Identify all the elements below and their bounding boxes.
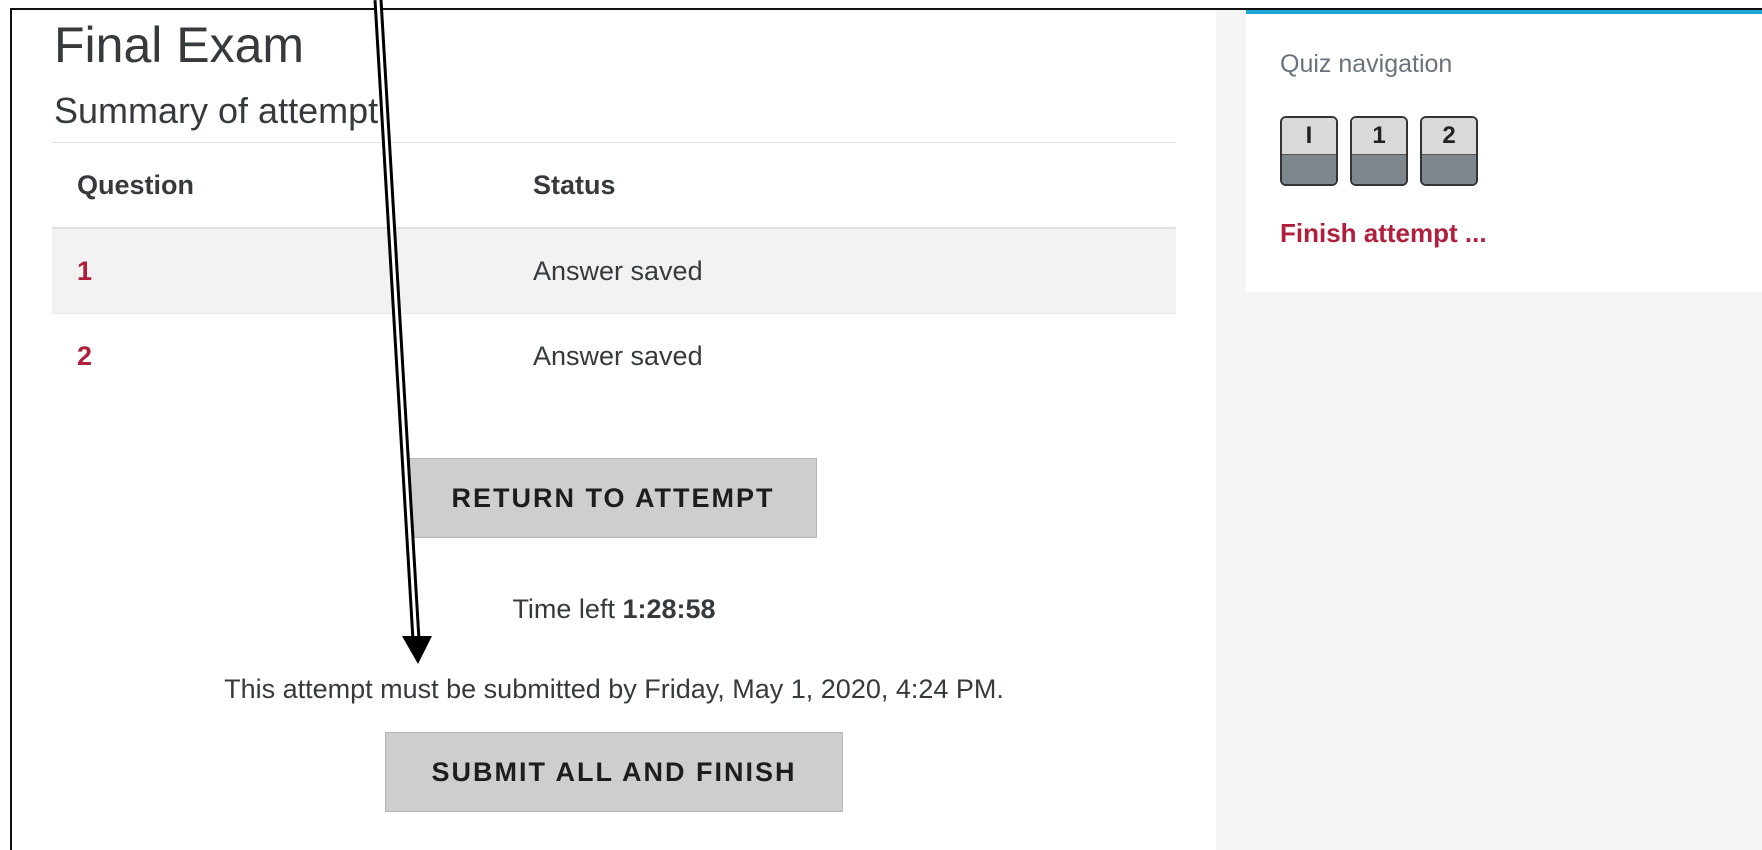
- nav-button-label: 2: [1422, 118, 1476, 155]
- table-row: 1 Answer saved: [52, 228, 1176, 314]
- time-left: Time left 1:28:58: [52, 594, 1176, 625]
- finish-attempt-link[interactable]: Finish attempt ...: [1280, 218, 1487, 249]
- status-cell: Answer saved: [533, 340, 703, 371]
- nav-button-status-bar: [1352, 155, 1406, 184]
- return-to-attempt-button[interactable]: RETURN TO ATTEMPT: [409, 458, 817, 538]
- time-left-label: Time left: [512, 594, 615, 624]
- table-header-row: Question Status: [52, 142, 1176, 229]
- nav-button-status-bar: [1282, 155, 1336, 184]
- deadline-text: This attempt must be submitted by Friday…: [224, 674, 1004, 704]
- question-cell: 1: [52, 228, 507, 314]
- nav-button-status-bar: [1422, 155, 1476, 184]
- column-header-status: Status: [507, 142, 1176, 229]
- page-title: Final Exam: [54, 17, 305, 73]
- question-link-1[interactable]: 1: [77, 256, 92, 286]
- time-left-value: 1:28:58: [622, 594, 716, 624]
- question-link-2[interactable]: 2: [77, 341, 92, 371]
- summary-table: Question Status 1 Answer saved 2 Answer …: [52, 142, 1176, 398]
- nav-button-label: I: [1282, 118, 1336, 155]
- nav-button-label: 1: [1352, 118, 1406, 155]
- quiz-navigation-title: Quiz navigation: [1280, 50, 1453, 78]
- quiz-navigation-buttons: I 1 2: [1280, 116, 1478, 186]
- submit-all-and-finish-button[interactable]: SUBMIT ALL AND FINISH: [385, 732, 843, 812]
- nav-button-info[interactable]: I: [1280, 116, 1338, 186]
- quiz-navigation-block: Quiz navigation I 1 2 Finish attempt ...: [1246, 10, 1762, 292]
- question-cell: 2: [52, 314, 507, 399]
- nav-button-question-1[interactable]: 1: [1350, 116, 1408, 186]
- page-subtitle: Summary of attempt: [54, 90, 379, 131]
- nav-button-question-2[interactable]: 2: [1420, 116, 1478, 186]
- table-row: 2 Answer saved: [52, 314, 1176, 399]
- column-header-question: Question: [52, 142, 507, 229]
- status-cell: Answer saved: [507, 228, 1176, 314]
